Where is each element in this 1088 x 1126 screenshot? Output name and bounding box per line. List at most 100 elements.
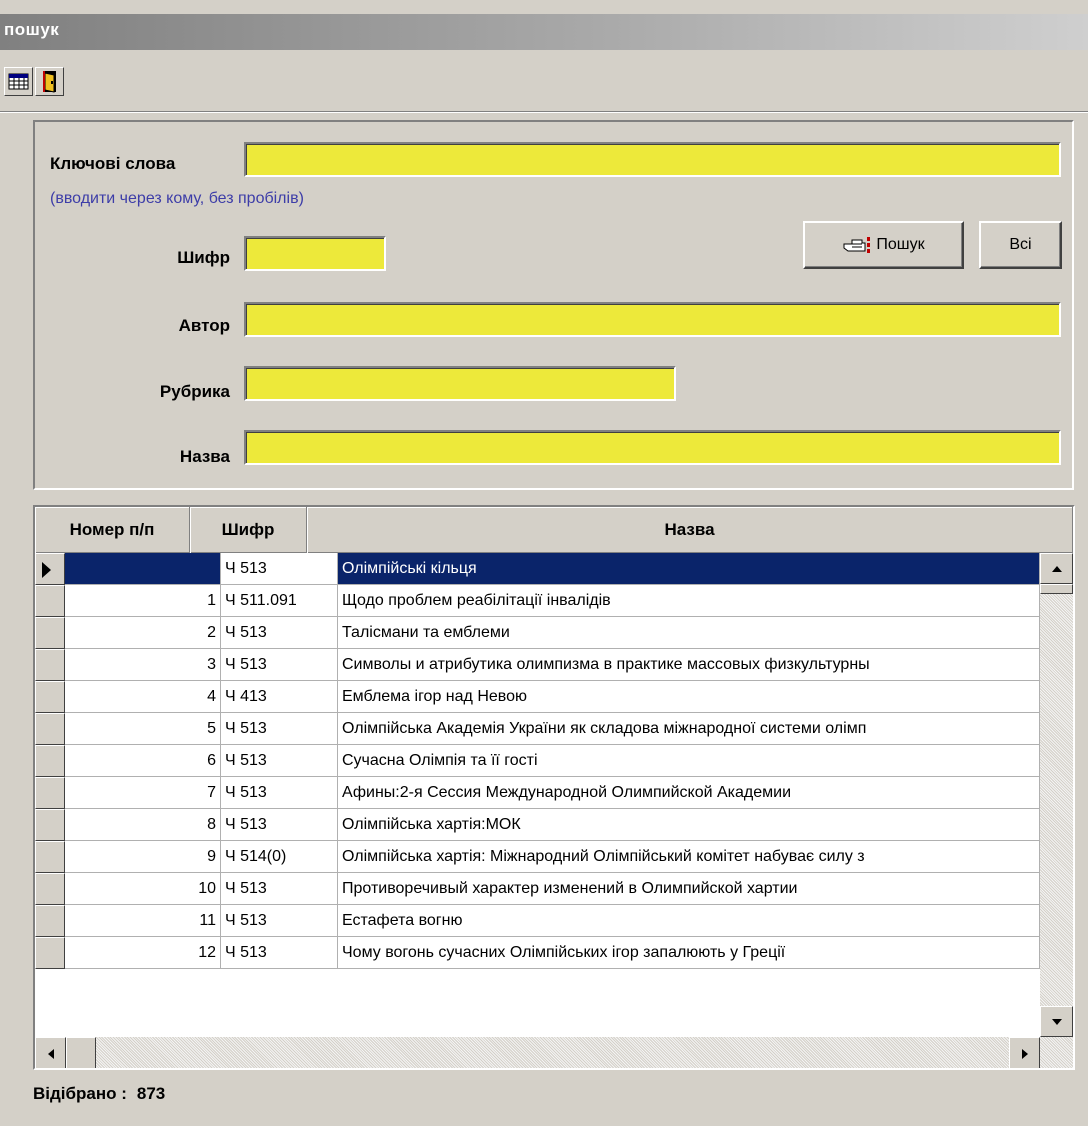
column-header-number[interactable]: Номер п/п	[35, 507, 190, 553]
table-row[interactable]: 11 Ч 513 Естафета вогню	[35, 905, 1040, 937]
row-indicator[interactable]	[35, 649, 65, 681]
cell-code[interactable]: Ч 513	[221, 937, 338, 969]
cell-title[interactable]: Олімпійська хартія: Міжнародний Олімпійс…	[338, 841, 1040, 873]
cell-title[interactable]: Чому вогонь сучасних Олімпійських ігор з…	[338, 937, 1040, 969]
table-row[interactable]: 12 Ч 513 Чому вогонь сучасних Олімпійських…	[35, 937, 1040, 969]
grid-header: Номер п/п Шифр Назва	[35, 507, 1073, 553]
cell-code[interactable]: Ч 513	[221, 553, 338, 585]
cell-code[interactable]: Ч 513	[221, 617, 338, 649]
keywords-hint: (вводити через кому, без пробілів)	[50, 190, 304, 207]
row-indicator[interactable]	[35, 777, 65, 809]
all-button[interactable]: Всі	[979, 221, 1062, 269]
cell-code[interactable]: Ч 513	[221, 777, 338, 809]
row-indicator[interactable]	[35, 905, 65, 937]
cell-number[interactable]: 4	[65, 681, 221, 713]
pointing-hand-icon	[843, 237, 871, 253]
cell-number[interactable]: 1	[65, 585, 221, 617]
cell-title[interactable]: Талісмани та емблеми	[338, 617, 1040, 649]
cell-code[interactable]: Ч 511.091	[221, 585, 338, 617]
rubric-label: Рубрика	[159, 382, 230, 401]
table-row[interactable]: 8Ч 513 Олімпійська хартія:МОК	[35, 809, 1040, 841]
exit-door-icon	[43, 71, 56, 93]
cell-title[interactable]: Естафета вогню	[338, 905, 1040, 937]
row-indicator[interactable]	[35, 937, 65, 969]
cell-title[interactable]: Афины:2-я Сессия Международной Олимпийск…	[338, 777, 1040, 809]
cell-title[interactable]: Олімпійська Академія України як складова…	[338, 713, 1040, 745]
current-row-arrow-icon	[42, 562, 51, 578]
exit-button[interactable]	[35, 67, 64, 96]
cell-code[interactable]: Ч 513	[221, 713, 338, 745]
arrow-down-icon	[1051, 1018, 1062, 1025]
cell-number[interactable]: 5	[65, 713, 221, 745]
keywords-input[interactable]	[244, 142, 1061, 177]
scroll-right-button[interactable]	[1009, 1037, 1040, 1068]
cell-title[interactable]: Емблема ігор над Невою	[338, 681, 1040, 713]
arrow-left-icon	[47, 1048, 54, 1059]
table-row[interactable]: 1Ч 511.091 Щодо проблем реабілітації інва…	[35, 585, 1040, 617]
table-row[interactable]: 10 Ч 513 Противоречивый характер изменений…	[35, 873, 1040, 905]
all-button-label: Всі	[1009, 236, 1032, 253]
status-count: 873	[136, 1084, 166, 1103]
cell-title[interactable]: Символы и атрибутика олимпизма в практик…	[338, 649, 1040, 681]
cell-number[interactable]: 11	[65, 905, 221, 937]
cell-number[interactable]: 3	[65, 649, 221, 681]
cell-number[interactable]: 12	[65, 937, 221, 969]
row-indicator[interactable]	[35, 553, 65, 585]
cell-number[interactable]: 7	[65, 777, 221, 809]
table-row[interactable]: 6Ч 513 Сучасна Олімпія та її гості	[35, 745, 1040, 777]
cell-code[interactable]: Ч 513	[221, 873, 338, 905]
row-indicator[interactable]	[35, 841, 65, 873]
column-header-title[interactable]: Назва	[307, 507, 1073, 553]
table-row[interactable]: Ч 513 Олімпійські кільця	[35, 553, 1040, 585]
rubric-input[interactable]	[244, 366, 676, 401]
cell-number[interactable]	[65, 553, 221, 585]
row-indicator[interactable]	[35, 681, 65, 713]
cell-title[interactable]: Щодо проблем реабілітації інвалідів	[338, 585, 1040, 617]
column-header-code[interactable]: Шифр	[190, 507, 307, 553]
cell-number[interactable]: 8	[65, 809, 221, 841]
cell-code[interactable]: Ч 513	[221, 809, 338, 841]
author-input[interactable]	[244, 302, 1061, 337]
cell-title[interactable]: Олімпійська хартія:МОК	[338, 809, 1040, 841]
vertical-scroll-thumb[interactable]	[1040, 584, 1073, 594]
toolbar-separator	[0, 111, 1088, 113]
scroll-down-button[interactable]	[1040, 1006, 1073, 1037]
cell-code[interactable]: Ч 514(0)	[221, 841, 338, 873]
title-label: Назва	[179, 447, 230, 466]
code-input[interactable]	[244, 236, 386, 271]
cell-code[interactable]: Ч 513	[221, 745, 338, 777]
search-panel: Ключові слова (вводити через кому, без п…	[33, 120, 1074, 490]
results-grid: Номер п/п Шифр Назва Ч 513 Олімпійські кі…	[33, 505, 1075, 1070]
row-indicator[interactable]	[35, 873, 65, 905]
table-row[interactable]: 3Ч 513 Символы и атрибутика олимпизма в п…	[35, 649, 1040, 681]
table-row[interactable]: 9Ч 514(0) Олімпійська хартія: Міжнародний…	[35, 841, 1040, 873]
row-indicator[interactable]	[35, 713, 65, 745]
row-indicator[interactable]	[35, 809, 65, 841]
vertical-scrollbar[interactable]	[1040, 553, 1073, 1037]
table-row[interactable]: 2Ч 513 Талісмани та емблеми	[35, 617, 1040, 649]
horizontal-scrollbar[interactable]	[35, 1037, 1073, 1068]
row-indicator[interactable]	[35, 585, 65, 617]
cell-title[interactable]: Олімпійські кільця	[338, 553, 1040, 585]
table-row[interactable]: 7Ч 513 Афины:2-я Сессия Международной Оли…	[35, 777, 1040, 809]
table-row[interactable]: 4Ч 413 Емблема ігор над Невою	[35, 681, 1040, 713]
cell-title[interactable]: Сучасна Олімпія та її гості	[338, 745, 1040, 777]
cell-number[interactable]: 10	[65, 873, 221, 905]
row-indicator[interactable]	[35, 617, 65, 649]
cell-number[interactable]: 6	[65, 745, 221, 777]
window-title: пошук	[0, 14, 1088, 50]
cell-number[interactable]: 2	[65, 617, 221, 649]
horizontal-scroll-thumb[interactable]	[66, 1037, 96, 1068]
table-view-button[interactable]	[4, 67, 33, 96]
scroll-left-button[interactable]	[35, 1037, 66, 1068]
row-indicator[interactable]	[35, 745, 65, 777]
table-row[interactable]: 5Ч 513 Олімпійська Академія України як ск…	[35, 713, 1040, 745]
cell-number[interactable]: 9	[65, 841, 221, 873]
cell-code[interactable]: Ч 513	[221, 649, 338, 681]
scroll-up-button[interactable]	[1040, 553, 1073, 584]
cell-code[interactable]: Ч 413	[221, 681, 338, 713]
cell-title[interactable]: Противоречивый характер изменений в Олим…	[338, 873, 1040, 905]
title-input[interactable]	[244, 430, 1061, 465]
search-button[interactable]: Пошук	[803, 221, 964, 269]
cell-code[interactable]: Ч 513	[221, 905, 338, 937]
